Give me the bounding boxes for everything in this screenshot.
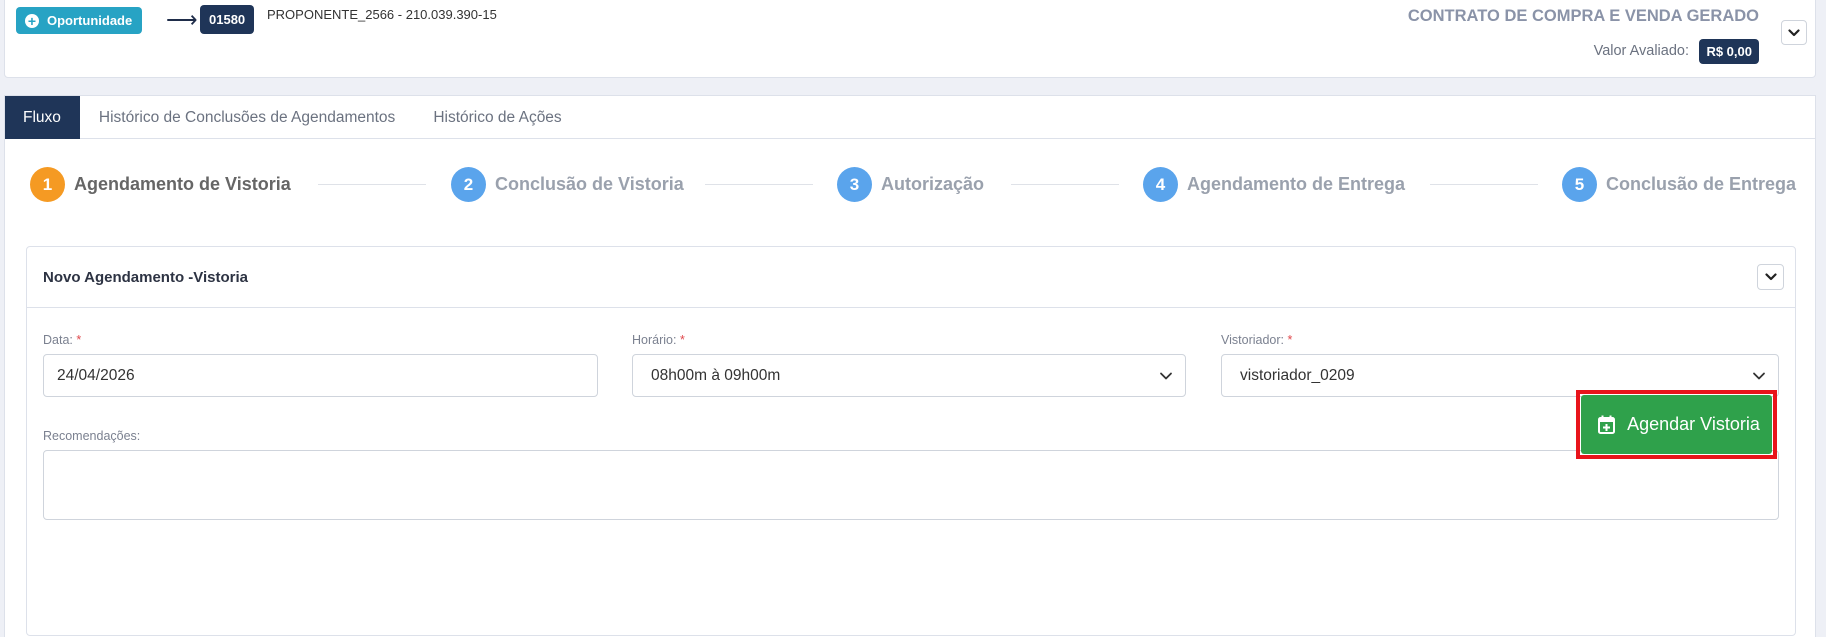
step-label: Conclusão de Vistoria [495,174,684,194]
horario-select[interactable]: 08h00m à 09h00m [632,354,1186,397]
required-mark: * [76,333,82,347]
required-mark: * [679,333,685,347]
calendar-plus-icon [1598,415,1615,434]
step-agendamento-vistoria[interactable]: 1 Agendamento de Vistoria [30,167,291,202]
tab-historico-acoes[interactable]: Histórico de Ações [414,96,580,139]
tab-bar: Fluxo Histórico de Conclusões de Agendam… [5,96,1815,139]
chevron-down-icon [1753,372,1765,380]
chevron-down-icon [1788,28,1800,36]
opportunity-badge[interactable]: + Oportunidade [16,7,143,34]
agendar-vistoria-label: Agendar Vistoria [1627,414,1760,434]
step-number: 1 [30,167,65,202]
arrow-right-icon: ⟶ [166,7,198,32]
horario-label: Horário: * [632,333,685,347]
step-conclusao-entrega[interactable]: 5 Conclusão de Entrega [1562,167,1796,202]
recomendacoes-textarea[interactable] [43,450,1779,520]
data-label: Data: * [43,333,82,347]
scheduling-form: Novo Agendamento -Vistoria Data: * 24/04… [26,246,1796,636]
header-expand-button[interactable] [1781,20,1807,45]
step-connector [1011,184,1119,185]
recomendacoes-label: Recomendações: [43,429,141,443]
step-connector [705,184,813,185]
step-conclusao-vistoria[interactable]: 2 Conclusão de Vistoria [451,167,684,202]
form-header: Novo Agendamento -Vistoria [27,247,1795,308]
tab-historico-conclusoes[interactable]: Histórico de Conclusões de Agendamentos [80,96,414,139]
step-label: Agendamento de Entrega [1187,174,1406,194]
step-agendamento-entrega[interactable]: 4 Agendamento de Entrega [1143,167,1405,202]
form-collapse-button[interactable] [1757,264,1784,290]
vistoriador-label: Vistoriador: * [1221,333,1293,347]
workflow-card: Fluxo Histórico de Conclusões de Agendam… [4,95,1816,637]
required-mark: * [1287,333,1293,347]
step-connector [1430,184,1538,185]
chevron-down-icon [1764,273,1777,281]
step-label: Autorização [881,174,985,194]
step-number: 5 [1562,167,1597,202]
form-title: Novo Agendamento -Vistoria [43,269,249,286]
tab-fluxo[interactable]: Fluxo [5,96,80,139]
step-label: Agendamento de Vistoria [74,174,291,194]
opportunity-label: Oportunidade [47,13,133,28]
record-number-badge: 01580 [200,5,255,34]
step-label: Conclusão de Entrega [1606,174,1797,194]
opportunity-header: + Oportunidade ⟶ 01580 PROPONENTE_2566 -… [4,0,1816,78]
data-input[interactable]: 24/04/2026 [43,354,598,397]
step-number: 2 [451,167,486,202]
chevron-down-icon [1160,372,1172,380]
plus-circle-icon: + [25,13,39,28]
step-number: 4 [1143,167,1178,202]
step-connector [318,184,426,185]
valor-avaliado-badge: R$ 0,00 [1699,39,1759,64]
contract-status: CONTRATO DE COMPRA E VENDA GERADO [1407,7,1759,25]
step-autorizacao[interactable]: 3 Autorização [837,167,984,202]
step-number: 3 [837,167,872,202]
agendar-vistoria-button[interactable]: Agendar Vistoria [1581,395,1772,454]
valor-avaliado-label: Valor Avaliado: [1593,43,1689,59]
proponent-text: PROPONENTE_2566 - 210.039.390-15 [267,7,497,22]
